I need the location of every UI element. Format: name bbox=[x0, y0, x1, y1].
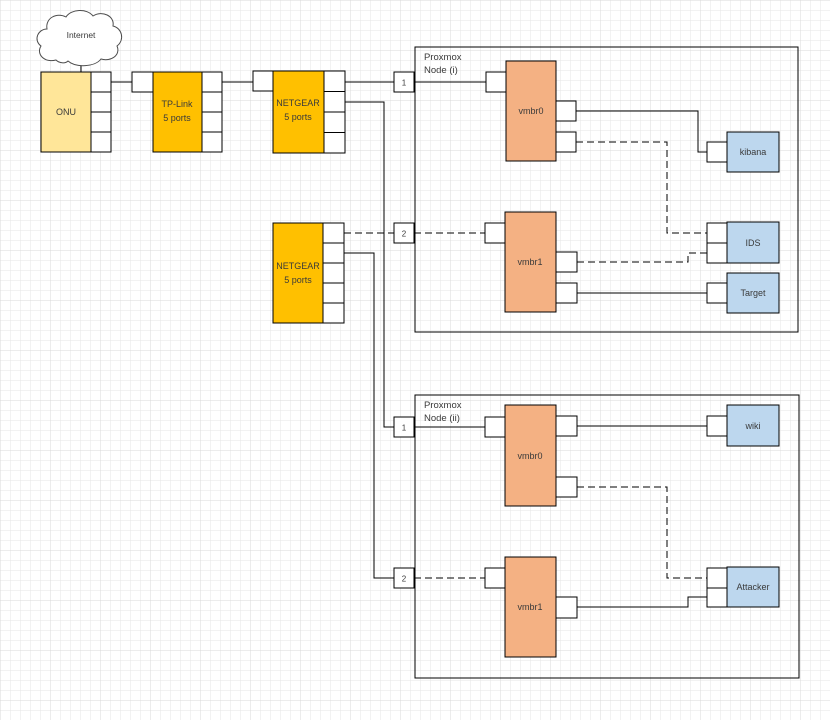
node1-vmbr0-port-right1[interactable] bbox=[555, 100, 577, 122]
node1-uplink1-label: 1 bbox=[402, 79, 407, 88]
netgear1-port-3[interactable] bbox=[323, 111, 346, 133]
node2-vmbr0-port-right2[interactable] bbox=[555, 476, 578, 498]
tplink-box[interactable] bbox=[152, 71, 203, 153]
onu-device[interactable]: ONU bbox=[40, 71, 112, 153]
netgear1-ports-label: 5 ports bbox=[284, 112, 312, 122]
netgear2-switch[interactable]: NETGEAR 5 ports bbox=[272, 222, 345, 324]
target-port[interactable] bbox=[706, 282, 728, 304]
node1-vmbr1-label: vmbr1 bbox=[517, 257, 542, 267]
kibana-label: kibana bbox=[740, 147, 767, 157]
node1-vmbr1-port-left[interactable] bbox=[484, 222, 506, 244]
netgear1-port-2[interactable] bbox=[323, 91, 346, 113]
node2-vmbr0-port-right1[interactable] bbox=[555, 415, 578, 437]
tplink-port-4[interactable] bbox=[201, 131, 223, 153]
node1-vmbr1-port-right2[interactable] bbox=[555, 282, 578, 304]
onu-port-4[interactable] bbox=[90, 131, 112, 153]
node2-uplink1-label: 1 bbox=[402, 424, 407, 433]
attacker-port-1[interactable] bbox=[706, 567, 728, 589]
tplink-port-2[interactable] bbox=[201, 91, 223, 113]
node2-vmbr0-label: vmbr0 bbox=[517, 451, 542, 461]
ids-label: IDS bbox=[745, 238, 760, 248]
tplink-port-1[interactable] bbox=[201, 71, 223, 93]
node1-vmbr1-port-right1[interactable] bbox=[555, 251, 578, 273]
kibana-port[interactable] bbox=[706, 141, 728, 163]
netgear2-name: NETGEAR bbox=[276, 261, 320, 271]
netgear2-ports-label: 5 ports bbox=[284, 275, 312, 285]
wiki-port[interactable] bbox=[706, 415, 728, 437]
netgear1-port-1[interactable] bbox=[323, 70, 346, 92]
netgear2-port-5[interactable] bbox=[322, 302, 345, 324]
node2-title-line1: Proxmox bbox=[424, 400, 462, 411]
node1-vmbr0-label: vmbr0 bbox=[518, 106, 543, 116]
node1-vmbr0-port-right2[interactable] bbox=[555, 131, 577, 153]
netgear2-port-1[interactable] bbox=[322, 222, 345, 244]
attacker-port-2[interactable] bbox=[706, 587, 728, 608]
netgear2-box[interactable] bbox=[272, 222, 324, 324]
netgear1-port-4[interactable] bbox=[323, 132, 346, 154]
node2-vmbr0-port-left[interactable] bbox=[484, 416, 506, 438]
internet-label: Internet bbox=[67, 30, 96, 40]
netgear1-name: NETGEAR bbox=[276, 98, 320, 108]
tplink-port-3[interactable] bbox=[201, 111, 223, 133]
node1-title-line1: Proxmox bbox=[424, 52, 462, 63]
onu-port-1[interactable] bbox=[90, 71, 112, 93]
node2-title-line2: Node (ii) bbox=[424, 413, 460, 424]
netgear2-port-4[interactable] bbox=[322, 282, 345, 304]
netgear2-port-2[interactable] bbox=[322, 242, 345, 264]
wiki-label: wiki bbox=[745, 421, 761, 431]
node1-vmbr0-port-left[interactable] bbox=[485, 71, 507, 93]
onu-label: ONU bbox=[56, 107, 76, 117]
onu-port-3[interactable] bbox=[90, 111, 112, 133]
node2-vmbr1-label: vmbr1 bbox=[517, 602, 542, 612]
node2-vmbr1-port-left[interactable] bbox=[484, 567, 506, 589]
node1-title-line2: Node (i) bbox=[424, 65, 458, 76]
tplink-name: TP-Link bbox=[161, 99, 193, 109]
diagram-canvas: Internet ONU TP-Link 5 ports NETGEAR 5 p… bbox=[0, 0, 830, 720]
internet-cloud[interactable]: Internet bbox=[36, 10, 123, 67]
target-label: Target bbox=[740, 288, 766, 298]
tplink-ports-label: 5 ports bbox=[163, 113, 191, 123]
tplink-port-left[interactable] bbox=[131, 71, 154, 93]
ids-port-1[interactable] bbox=[706, 222, 728, 244]
node1-uplink2-label: 2 bbox=[402, 230, 407, 239]
netgear1-port-left[interactable] bbox=[252, 70, 274, 92]
node2-vmbr1-port-right[interactable] bbox=[555, 596, 578, 619]
ids-port-2[interactable] bbox=[706, 242, 728, 264]
netgear2-port-3[interactable] bbox=[322, 262, 345, 284]
node2-uplink2-label: 2 bbox=[402, 575, 407, 584]
onu-port-2[interactable] bbox=[90, 91, 112, 113]
attacker-label: Attacker bbox=[736, 582, 769, 592]
